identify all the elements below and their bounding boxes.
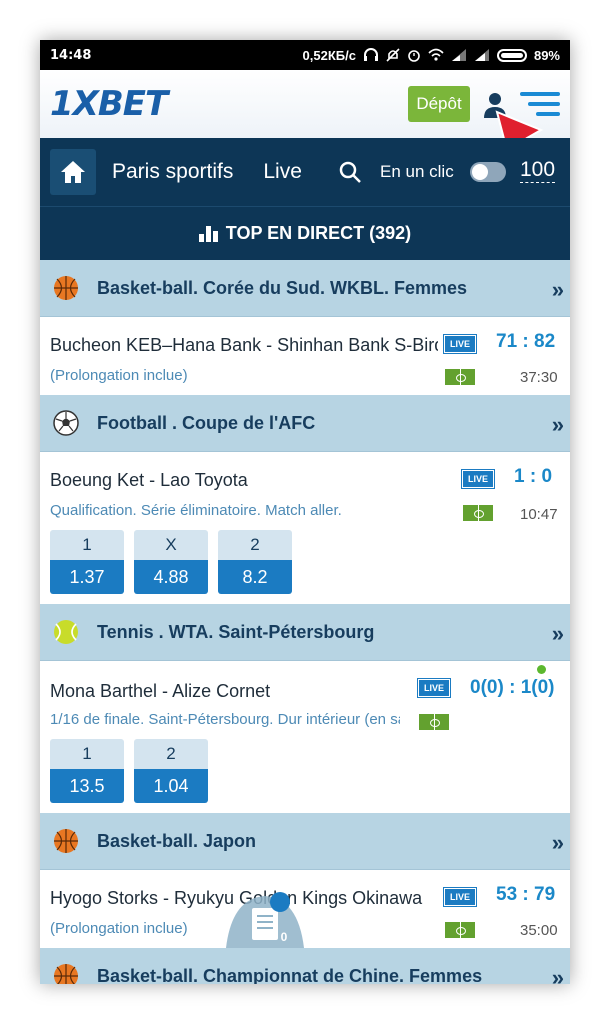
score-home: 1: [514, 466, 525, 487]
network-speed: 0,52КБ/с: [302, 47, 356, 63]
odds-label: 1: [50, 739, 124, 769]
match-time: 35:00: [520, 922, 558, 939]
status-time: 14:48: [50, 47, 92, 63]
match-teams: Bucheon KEB–Hana Bank - Shinhan Bank S-B…: [50, 335, 438, 355]
score-away: 79: [534, 884, 556, 905]
section-title: Basket-ball. Japon: [97, 830, 257, 851]
odds-value: 1.37: [50, 560, 124, 594]
nav-sports[interactable]: Paris sportifs: [112, 160, 233, 184]
football-icon: [53, 410, 79, 436]
match-subtitle: (Prolongation inclue): [50, 367, 188, 384]
home-button[interactable]: [50, 149, 96, 195]
odds-label: 2: [134, 739, 208, 769]
bet-slip-button[interactable]: [222, 888, 308, 948]
odds-button[interactable]: 1 13.5: [50, 739, 124, 803]
main-nav: Paris sportifs Live En un clic 100: [40, 138, 570, 206]
odds-value: 8.2: [218, 560, 292, 594]
home-icon: [61, 161, 85, 183]
signal-icon: [451, 49, 466, 61]
score-home: 71: [496, 331, 518, 352]
odds-button[interactable]: 1 1.37: [50, 530, 124, 594]
deposit-button[interactable]: Dépôt: [408, 86, 470, 122]
app-header: 1XBET Dépôt: [40, 70, 570, 172]
section-header[interactable]: Football . Coupe de l'AFC »: [40, 395, 570, 452]
live-badge: LIVE: [417, 678, 451, 698]
match-teams: Boeung Ket - Lao Toyota: [50, 470, 248, 490]
search-icon[interactable]: [338, 160, 362, 184]
match-time: 10:47: [520, 506, 558, 523]
score-home: 0(0): [470, 677, 504, 698]
wifi-icon: [428, 48, 444, 61]
odds-value: 13.5: [50, 769, 124, 803]
odds-value: 4.88: [134, 560, 208, 594]
match-score: 71 : 82: [496, 331, 556, 352]
live-badge: LIVE: [461, 469, 495, 489]
odds-label: 1: [50, 530, 124, 560]
score-away: 0: [541, 466, 553, 487]
score-home: 53: [496, 884, 518, 905]
section-title: Basket-ball. Corée du Sud. WKBL. Femmes: [97, 277, 468, 298]
tennis-ball-icon: [54, 620, 78, 644]
field-icon[interactable]: [444, 921, 476, 939]
basketball-icon: [54, 829, 78, 853]
battery-icon: [496, 48, 527, 62]
logo[interactable]: 1XBET: [50, 84, 168, 124]
section-header[interactable]: Tennis . WTA. Saint-Pétersbourg »: [40, 604, 570, 661]
match-score: 53 : 79: [496, 884, 556, 905]
odds-button[interactable]: X 4.88: [134, 530, 208, 594]
one-click-amount[interactable]: 100: [520, 158, 556, 183]
chevron-right-icon[interactable]: »: [552, 830, 564, 856]
ranking-icon: [198, 225, 218, 242]
basketball-icon: [54, 964, 78, 984]
user-icon[interactable]: [480, 90, 510, 120]
chevron-right-icon[interactable]: »: [552, 412, 564, 438]
bet-slip-count: 0: [280, 930, 288, 944]
headphones-icon: [363, 48, 378, 61]
match-time: 37:30: [520, 369, 558, 386]
top-live-bar[interactable]: TOP EN DIRECT (392): [40, 206, 570, 260]
match-row[interactable]: Mona Barthel - Alize Cornet 1/16 de fina…: [40, 661, 570, 813]
odds-button[interactable]: 2 1.04: [134, 739, 208, 803]
section-header[interactable]: Basket-ball. Corée du Sud. WKBL. Femmes …: [40, 260, 570, 317]
battery-level: 89%: [533, 47, 560, 63]
phone-screen: 14:48 0,52КБ/с 89% 1XBET Dépôt Paris spo…: [40, 40, 570, 984]
score-away: 1(0): [520, 677, 555, 698]
top-live-label: TOP EN DIRECT (392): [225, 223, 412, 243]
section-title: Basket-ball. Championnat de Chine. Femme…: [97, 965, 483, 985]
menu-icon[interactable]: [520, 92, 560, 118]
field-icon[interactable]: [418, 713, 450, 731]
score-away: 82: [534, 331, 556, 352]
match-subtitle: 1/16 de finale. Saint-Pétersbourg. Dur i…: [50, 711, 400, 728]
section-header[interactable]: Basket-ball. Championnat de Chine. Femme…: [40, 948, 570, 984]
odds-value: 1.04: [134, 769, 208, 803]
match-score: 1 : 0: [514, 466, 553, 487]
chevron-right-icon[interactable]: »: [552, 277, 564, 303]
serve-indicator: [537, 665, 546, 674]
section-title: Tennis . WTA. Saint-Pétersbourg: [97, 621, 375, 642]
match-row[interactable]: Boeung Ket - Lao Toyota Qualification. S…: [40, 452, 570, 604]
match-score: 0(0) : 1(0): [470, 677, 555, 698]
nav-live[interactable]: Live: [263, 160, 302, 184]
basketball-icon: [54, 276, 78, 300]
one-click-toggle[interactable]: [470, 162, 506, 182]
alarm-icon: [408, 50, 420, 62]
status-bar: 14:48 0,52КБ/с 89%: [40, 40, 570, 70]
match-row[interactable]: Bucheon KEB–Hana Bank - Shinhan Bank S-B…: [40, 317, 570, 395]
section-header[interactable]: Basket-ball. Japon »: [40, 813, 570, 870]
live-badge: LIVE: [443, 887, 477, 907]
live-badge: LIVE: [443, 334, 477, 354]
field-icon[interactable]: [462, 504, 494, 522]
odds-button[interactable]: 2 8.2: [218, 530, 292, 594]
signal-icon-2: [474, 49, 489, 61]
section-title: Football . Coupe de l'AFC: [97, 412, 316, 433]
field-icon[interactable]: [444, 368, 476, 386]
chevron-right-icon[interactable]: »: [552, 621, 564, 647]
one-click-label: En un clic: [380, 162, 454, 181]
chevron-right-icon[interactable]: »: [552, 965, 564, 984]
mute-icon: [386, 48, 400, 62]
match-teams: Mona Barthel - Alize Cornet: [50, 681, 271, 701]
match-subtitle: Qualification. Série éliminatoire. Match…: [50, 502, 342, 519]
odds-label: 2: [218, 530, 292, 560]
odds-label: X: [134, 530, 208, 560]
